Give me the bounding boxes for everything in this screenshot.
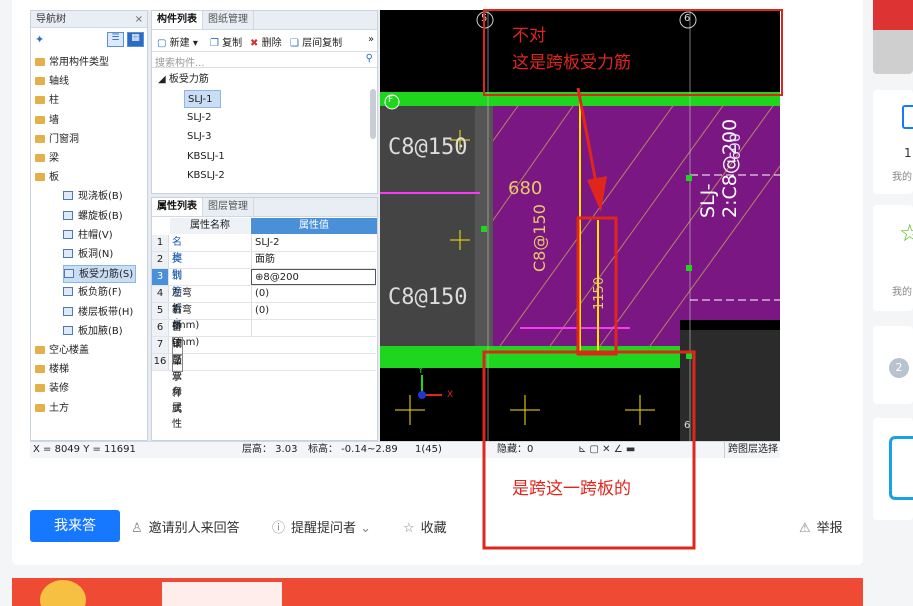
banner-badge xyxy=(40,580,86,606)
invite-button[interactable]: ♙ 邀请别人来回答 xyxy=(131,517,240,536)
warning-icon: ⚠ xyxy=(799,521,811,536)
right-card-4[interactable] xyxy=(873,418,913,520)
chevron-down-icon: ⌄ xyxy=(360,521,372,536)
remind-button[interactable]: ⓘ 提醒提问者 ⌄ xyxy=(272,517,371,536)
doc-icon xyxy=(902,105,913,129)
star-outline-icon: ☆ xyxy=(899,219,913,247)
calendar-icon xyxy=(889,436,913,500)
collect-label: 收藏 xyxy=(420,521,447,536)
qa-page: 导航树 × ✦ ☰ ▦ 常用构件类型 轴线柱墙门窗洞梁板现浇板(B) 螺旋板(B) 柱帽… xyxy=(0,0,913,606)
report-button[interactable]: ⚠ 举报 xyxy=(799,517,843,536)
annotation-wrong: 不对 xyxy=(512,26,546,46)
right-card-number: 1 xyxy=(904,146,912,160)
right-card-3[interactable]: 2 xyxy=(873,326,913,404)
invite-label: 邀请别人来回答 xyxy=(148,521,240,536)
annotation-layer xyxy=(482,9,783,550)
remind-label: 提醒提问者 xyxy=(291,521,357,536)
thumbnail-image xyxy=(873,0,913,30)
right-card-mine-1: 我的 xyxy=(892,172,912,183)
info-icon: ⓘ xyxy=(272,521,286,536)
star-icon: ☆ xyxy=(403,521,415,536)
right-card-1[interactable]: 1 我的 xyxy=(873,90,913,194)
annotation-span: 是跨这一跨板的 xyxy=(512,479,631,499)
right-card-2[interactable]: ☆ 我的 xyxy=(873,205,913,311)
medal-icon: 2 xyxy=(889,358,909,378)
right-thumbnail[interactable] xyxy=(873,0,913,74)
banner-image xyxy=(162,582,282,606)
collect-button[interactable]: ☆ 收藏 xyxy=(403,517,447,536)
annotation-cross-board: 这是跨板受力筋 xyxy=(512,53,631,73)
answer-button[interactable]: 我来答 xyxy=(30,510,120,542)
bottom-banner[interactable] xyxy=(12,578,863,606)
right-card-mine-2: 我的 xyxy=(892,287,912,298)
person-icon: ♙ xyxy=(131,521,143,536)
report-label: 举报 xyxy=(816,521,843,536)
